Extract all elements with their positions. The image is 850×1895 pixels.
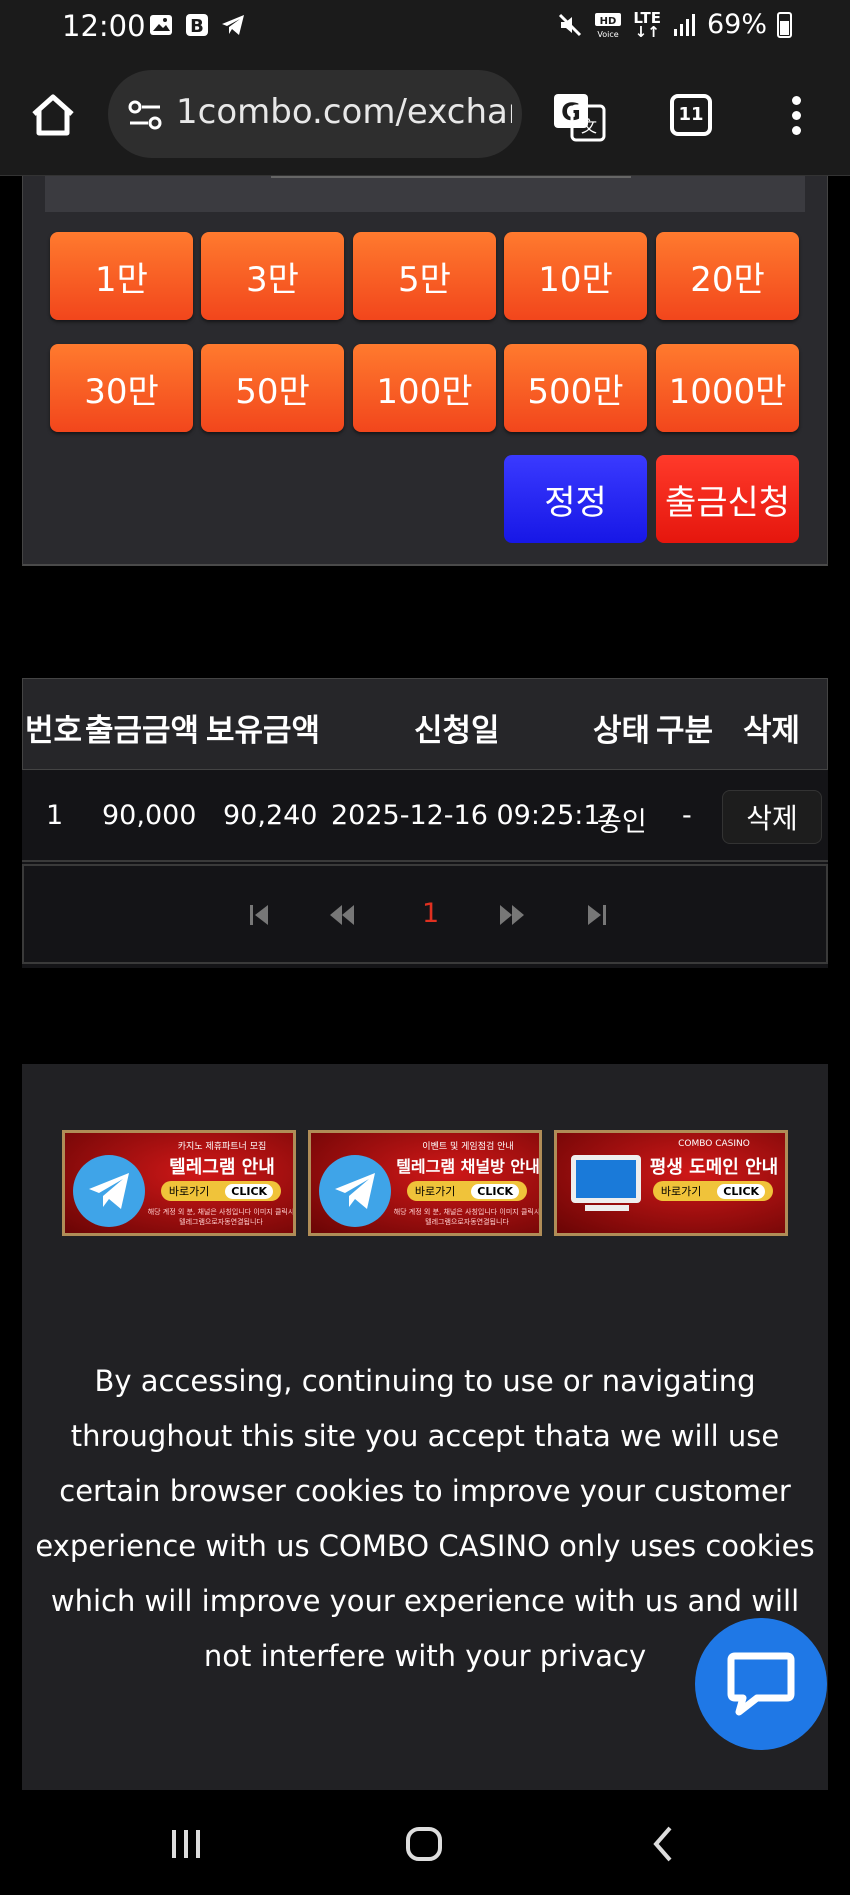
cell-date: 2025-12-16 09:25:17 bbox=[331, 800, 618, 831]
table-row: 1 90,000 90,240 2025-12-16 09:25:17 승인 -… bbox=[22, 770, 828, 862]
cell-amount: 90,000 bbox=[102, 800, 197, 831]
telegram-guide-banner[interactable]: 카지노 제휴파트너 모집 텔레그램 안내 바로가기 CLICK 해당 계정 외 분… bbox=[62, 1130, 296, 1236]
col-status: 상태 bbox=[593, 713, 651, 749]
address-bar[interactable]: 1combo.com/exchan bbox=[108, 70, 522, 158]
cell-number: 1 bbox=[46, 800, 64, 831]
monitor-icon bbox=[571, 1155, 641, 1203]
domain-guide-banner[interactable]: COMBO CASINO 평생 도메인 안내 바로가기 CLICK bbox=[554, 1130, 788, 1236]
battery-percent: 69% bbox=[706, 9, 767, 40]
amount-input-strip[interactable] bbox=[45, 176, 805, 212]
delete-button[interactable]: 삭제 bbox=[722, 790, 822, 844]
telegram-channel-banner[interactable]: 이벤트 및 게임점검 안내 텔레그램 채널방 안내 바로가기 CLICK 해당 계… bbox=[308, 1130, 542, 1236]
url-text: 1combo.com/exchan bbox=[176, 92, 512, 132]
hd-voice-icon: HD Voice bbox=[595, 12, 622, 39]
site-settings-icon[interactable] bbox=[126, 96, 164, 134]
amount-button-10[interactable]: 1000만 bbox=[656, 344, 799, 432]
recent-apps-icon[interactable] bbox=[166, 1824, 206, 1864]
amount-button-8[interactable]: 100만 bbox=[353, 344, 496, 432]
home-icon[interactable] bbox=[28, 90, 78, 140]
amount-button-2[interactable]: 3만 bbox=[201, 232, 344, 320]
b-app-icon: B bbox=[186, 14, 208, 37]
svg-text:B: B bbox=[190, 16, 204, 37]
amount-button-4[interactable]: 10만 bbox=[504, 232, 647, 320]
page-content: 1만 3만 5만 10만 20만 30만 50만 100만 500만 1000만… bbox=[0, 176, 850, 1790]
withdraw-request-button[interactable]: 출금신청 bbox=[656, 455, 799, 543]
col-balance: 보유금액 bbox=[206, 713, 321, 749]
amount-button-5[interactable]: 20만 bbox=[656, 232, 799, 320]
withdraw-panel: 1만 3만 5만 10만 20만 30만 50만 100만 500만 1000만… bbox=[22, 176, 828, 566]
lte-label: LTE ↓↑ bbox=[633, 8, 661, 41]
svg-text:HD: HD bbox=[600, 16, 617, 27]
cookie-notice: By accessing, continuing to use or navig… bbox=[35, 1364, 815, 1673]
signal-icon bbox=[673, 13, 695, 36]
pagination: 1 bbox=[22, 864, 828, 964]
last-page-icon[interactable] bbox=[584, 902, 610, 928]
amount-button-9[interactable]: 500만 bbox=[504, 344, 647, 432]
telegram-status-icon bbox=[222, 15, 244, 35]
cell-type: - bbox=[682, 800, 692, 831]
cell-balance: 90,240 bbox=[223, 800, 318, 831]
col-withdraw-amount: 출금금액 bbox=[85, 713, 200, 749]
telegram-icon bbox=[319, 1155, 391, 1227]
svg-text:Voice: Voice bbox=[598, 30, 619, 39]
translate-icon[interactable]: G文 bbox=[552, 92, 606, 142]
home-nav-icon[interactable] bbox=[404, 1824, 444, 1864]
more-menu-icon[interactable] bbox=[782, 92, 810, 142]
first-page-icon[interactable] bbox=[246, 902, 272, 928]
col-number: 번호 bbox=[25, 713, 83, 749]
correct-button[interactable]: 정정 bbox=[504, 455, 647, 543]
col-type: 구분 bbox=[656, 713, 714, 749]
table-header: 번호 출금금액 보유금액 신청일 상태 구분 삭제 bbox=[22, 678, 828, 770]
status-time: 12:00 bbox=[62, 9, 146, 43]
back-icon[interactable] bbox=[644, 1824, 684, 1864]
cell-status: 승인 bbox=[597, 807, 647, 838]
prev-page-icon[interactable] bbox=[329, 902, 355, 928]
amount-button-3[interactable]: 5만 bbox=[353, 232, 496, 320]
amount-button-1[interactable]: 1만 bbox=[50, 232, 193, 320]
chat-bubble-icon bbox=[727, 1652, 795, 1716]
withdraw-history-table: 번호 출금금액 보유금액 신청일 상태 구분 삭제 1 90,000 90,24… bbox=[22, 678, 828, 968]
amount-button-7[interactable]: 50만 bbox=[201, 344, 344, 432]
live-chat-button[interactable] bbox=[695, 1618, 827, 1750]
col-delete: 삭제 bbox=[743, 713, 801, 749]
svg-text:文: 文 bbox=[581, 117, 597, 136]
tab-switcher-button[interactable]: 11 bbox=[670, 94, 712, 136]
battery-icon bbox=[777, 11, 792, 38]
col-request-date: 신청일 bbox=[414, 713, 500, 749]
current-page-number[interactable]: 1 bbox=[422, 898, 439, 929]
telegram-icon bbox=[73, 1155, 145, 1227]
next-page-icon[interactable] bbox=[499, 902, 525, 928]
mute-icon bbox=[559, 13, 582, 36]
system-nav-bar bbox=[0, 1790, 850, 1895]
browser-toolbar: 1combo.com/exchan G文 11 bbox=[0, 52, 850, 176]
status-bar: 12:00 B HD Voice LTE ↓↑ 69% bbox=[0, 0, 850, 52]
amount-button-6[interactable]: 30만 bbox=[50, 344, 193, 432]
gallery-icon bbox=[150, 15, 172, 35]
